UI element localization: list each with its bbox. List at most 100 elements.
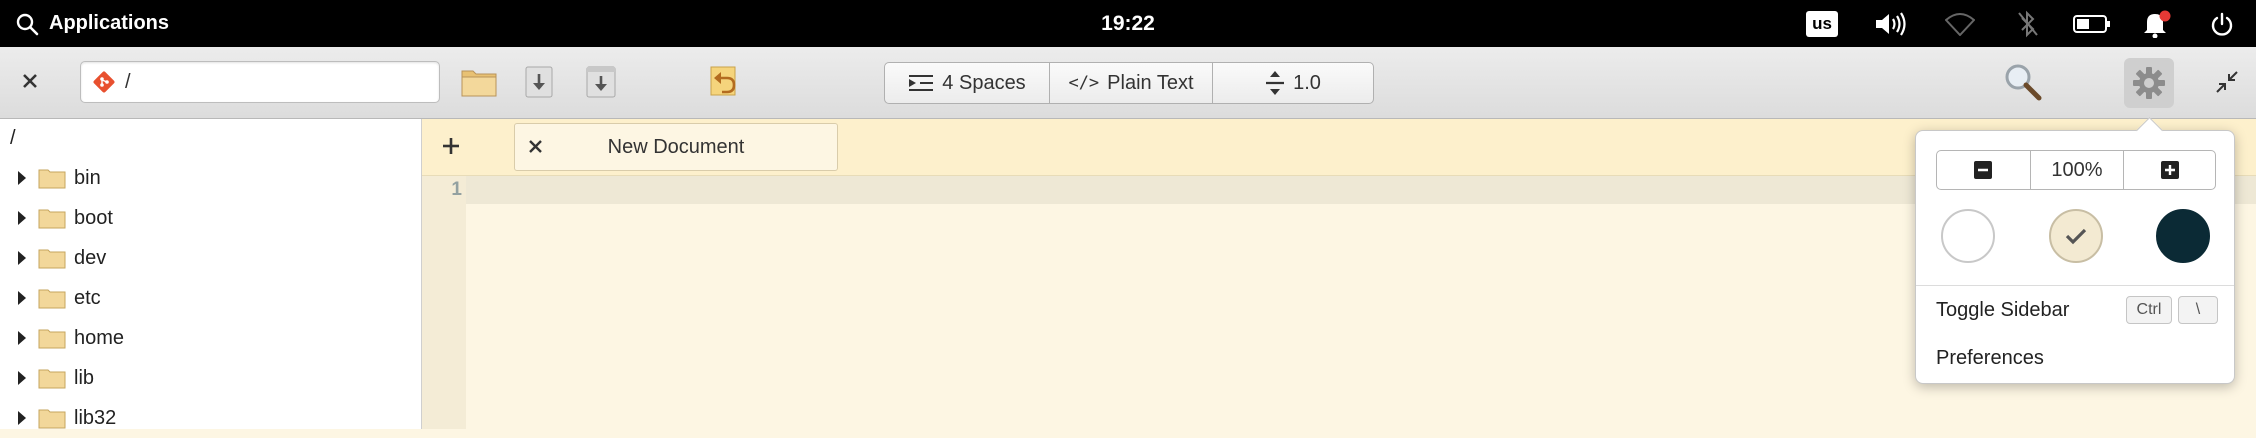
header-bar: / 4 Spaces </> Plain Text 1.0	[0, 47, 2256, 119]
battery-indicator[interactable]	[2070, 0, 2114, 47]
close-window-button[interactable]	[18, 69, 42, 93]
indent-width-button[interactable]: 4 Spaces	[885, 63, 1050, 103]
clock[interactable]: 19:22	[0, 0, 2256, 47]
applications-menu[interactable]: Applications	[15, 0, 169, 47]
line-spacing-label: 1.0	[1293, 71, 1321, 94]
folder-icon	[38, 249, 66, 269]
save-as-icon	[586, 66, 616, 98]
gear-icon	[2133, 67, 2165, 99]
code-icon: </>	[1068, 73, 1100, 93]
line-spacing-icon	[1266, 71, 1285, 95]
checkmark-icon	[2065, 228, 2087, 245]
power-indicator[interactable]	[2202, 0, 2242, 47]
folder-icon	[38, 209, 66, 229]
sidebar-item-label: lib32	[74, 406, 117, 429]
folder-sidebar: / bin boot dev etc home lib lib32	[0, 119, 422, 429]
sidebar-item-lib32[interactable]: lib32	[0, 398, 116, 438]
theme-dark-swatch[interactable]	[2156, 209, 2210, 263]
expander-arrow-icon[interactable]	[18, 291, 26, 305]
project-path-value: /	[125, 70, 131, 93]
toggle-sidebar-menu-item[interactable]: Toggle Sidebar	[1936, 299, 2069, 322]
folder-open-icon	[461, 70, 497, 97]
tab-close-button[interactable]	[515, 136, 555, 159]
save-as-button[interactable]	[580, 61, 622, 103]
notifications-indicator[interactable]	[2136, 0, 2176, 47]
search-icon	[16, 13, 39, 35]
tab-new-document[interactable]: New Document	[514, 123, 838, 171]
plus-icon	[443, 138, 459, 154]
volume-icon	[1876, 11, 1906, 36]
save-button[interactable]	[518, 61, 560, 103]
network-indicator[interactable]	[1940, 0, 1980, 47]
applications-label: Applications	[49, 12, 170, 34]
bluetooth-indicator[interactable]	[2008, 0, 2048, 47]
sidebar-root-label: /	[10, 127, 16, 149]
keyboard-layout-indicator[interactable]: us	[1804, 0, 1840, 47]
folder-icon	[38, 169, 66, 189]
folder-icon	[38, 289, 66, 309]
revert-button[interactable]	[704, 61, 746, 103]
wifi-icon	[1945, 12, 1975, 36]
shortcut-key-ctrl: Ctrl	[2126, 296, 2172, 324]
git-icon	[93, 71, 115, 93]
expander-arrow-icon[interactable]	[18, 211, 26, 225]
unfullscreen-button[interactable]	[2206, 61, 2248, 103]
sidebar-item-etc[interactable]: etc	[0, 278, 101, 318]
line-spacing-button[interactable]: 1.0	[1213, 63, 1373, 103]
volume-indicator[interactable]	[1870, 0, 1910, 47]
expander-arrow-icon[interactable]	[18, 251, 26, 265]
theme-solarized-light-swatch[interactable]	[2049, 209, 2103, 263]
document-settings-group: 4 Spaces </> Plain Text 1.0	[884, 62, 1374, 104]
sidebar-item-label: home	[74, 326, 125, 349]
sidebar-item-dev[interactable]: dev	[0, 238, 106, 278]
menu-separator	[1916, 285, 2234, 286]
line-number-gutter: 1	[422, 176, 466, 429]
battery-icon	[2073, 14, 2110, 33]
shortcut-key-backslash: \	[2178, 296, 2218, 324]
sidebar-item-label: dev	[74, 246, 107, 269]
expander-arrow-icon[interactable]	[18, 411, 26, 425]
line-number: 1	[451, 179, 462, 200]
folder-icon	[38, 409, 66, 429]
find-button[interactable]	[2000, 59, 2046, 105]
close-icon	[23, 74, 37, 88]
theme-light-swatch[interactable]	[1941, 209, 1995, 263]
sidebar-item-label: bin	[74, 166, 101, 189]
sidebar-item-lib[interactable]: lib	[0, 358, 94, 398]
zoom-level[interactable]: 100%	[2031, 151, 2125, 189]
language-button[interactable]: </> Plain Text	[1050, 63, 1213, 103]
save-down-arrow-icon	[525, 66, 553, 98]
sidebar-item-label: etc	[74, 286, 101, 309]
open-file-button[interactable]	[458, 61, 500, 103]
zoom-controls: 100%	[1936, 150, 2216, 190]
magnifier-icon	[2005, 64, 2042, 101]
restore-icon	[2216, 71, 2238, 93]
language-label: Plain Text	[1107, 71, 1194, 94]
expander-arrow-icon[interactable]	[18, 331, 26, 345]
settings-menu-button[interactable]	[2124, 58, 2174, 108]
project-path-entry[interactable]: /	[80, 61, 440, 103]
sidebar-item-boot[interactable]: boot	[0, 198, 113, 238]
bluetooth-disabled-icon	[2018, 10, 2038, 37]
expander-arrow-icon[interactable]	[18, 371, 26, 385]
zoom-out-button[interactable]	[1937, 151, 2031, 189]
zoom-in-icon	[2160, 161, 2179, 179]
sidebar-item-home[interactable]: home	[0, 318, 124, 358]
close-icon	[528, 139, 542, 153]
preferences-menu-item[interactable]: Preferences	[1936, 347, 2044, 370]
indent-icon	[909, 75, 934, 91]
indent-width-label: 4 Spaces	[942, 71, 1026, 94]
sidebar-item-label: boot	[74, 206, 113, 229]
notification-bell-icon	[2144, 10, 2171, 38]
sidebar-item-bin[interactable]: bin	[0, 158, 101, 198]
top-panel: Applications 19:22 us	[0, 0, 2256, 47]
tab-title: New Document	[607, 135, 745, 158]
new-tab-button[interactable]	[436, 131, 466, 161]
zoom-in-button[interactable]	[2124, 151, 2215, 189]
folder-icon	[38, 329, 66, 349]
sidebar-item-label: lib	[74, 366, 95, 389]
keyboard-layout-label: us	[1806, 10, 1838, 37]
expander-arrow-icon[interactable]	[18, 171, 26, 185]
folder-icon	[38, 369, 66, 389]
zoom-out-icon	[1974, 161, 1993, 179]
